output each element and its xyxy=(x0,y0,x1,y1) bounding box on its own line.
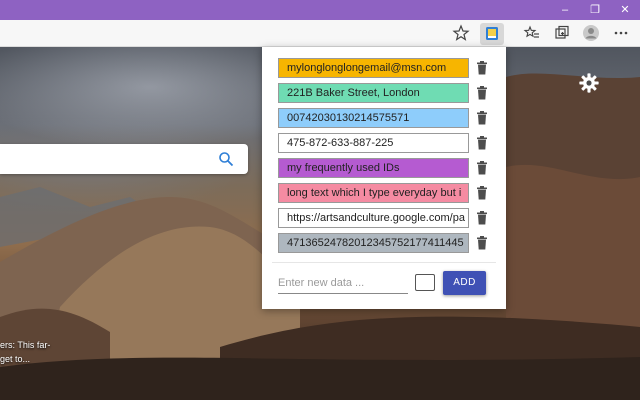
saved-item[interactable]: https://artsandculture.google.com/pa xyxy=(278,208,469,228)
new-data-input[interactable] xyxy=(278,273,408,294)
clipboard-extension-icon xyxy=(486,27,498,40)
saved-item[interactable]: long text which I type everyday but i xyxy=(278,183,469,203)
divider xyxy=(272,262,496,263)
saved-item[interactable]: 00742030130214575571 xyxy=(278,108,469,128)
saved-item[interactable]: 475-872-633-887-225 xyxy=(278,133,469,153)
close-window-button[interactable]: ✕ xyxy=(610,0,640,20)
caption-line: get to... xyxy=(0,354,31,364)
browser-toolbar xyxy=(0,20,640,47)
favorite-star-icon[interactable] xyxy=(452,24,470,42)
delete-trash-icon[interactable] xyxy=(476,111,488,125)
favorites-list-icon[interactable] xyxy=(523,24,541,42)
extension-button[interactable] xyxy=(480,23,504,45)
saved-item[interactable]: 221B Baker Street, London xyxy=(278,83,469,103)
restore-button[interactable]: ❐ xyxy=(580,0,610,20)
collections-icon[interactable] xyxy=(553,24,571,42)
extension-popup: mylonglonglongemail@msn.com 221B Baker St… xyxy=(262,47,506,309)
profile-avatar-icon[interactable] xyxy=(582,24,600,42)
delete-trash-icon[interactable] xyxy=(476,236,488,250)
delete-trash-icon[interactable] xyxy=(476,136,488,150)
saved-item[interactable]: mylonglonglongemail@msn.com xyxy=(278,58,469,78)
delete-trash-icon[interactable] xyxy=(476,86,488,100)
browser-title-bar: – ❐ ✕ xyxy=(0,0,640,20)
delete-trash-icon[interactable] xyxy=(476,211,488,225)
add-button[interactable]: ADD xyxy=(443,271,486,295)
saved-item[interactable]: my frequently used IDs xyxy=(278,158,469,178)
web-search-box[interactable] xyxy=(0,144,248,174)
minimize-button[interactable]: – xyxy=(550,0,580,20)
more-options-icon[interactable] xyxy=(612,24,630,42)
color-picker[interactable] xyxy=(415,274,435,291)
delete-trash-icon[interactable] xyxy=(476,161,488,175)
settings-gear-icon[interactable] xyxy=(578,72,600,94)
caption-line: ers: This far- xyxy=(0,340,51,350)
search-icon[interactable] xyxy=(218,151,234,167)
background-caption[interactable]: ers: This far- get to... xyxy=(0,338,70,366)
delete-trash-icon[interactable] xyxy=(476,61,488,75)
delete-trash-icon[interactable] xyxy=(476,186,488,200)
saved-item[interactable]: 47136524782012345752177411445 xyxy=(278,233,469,253)
